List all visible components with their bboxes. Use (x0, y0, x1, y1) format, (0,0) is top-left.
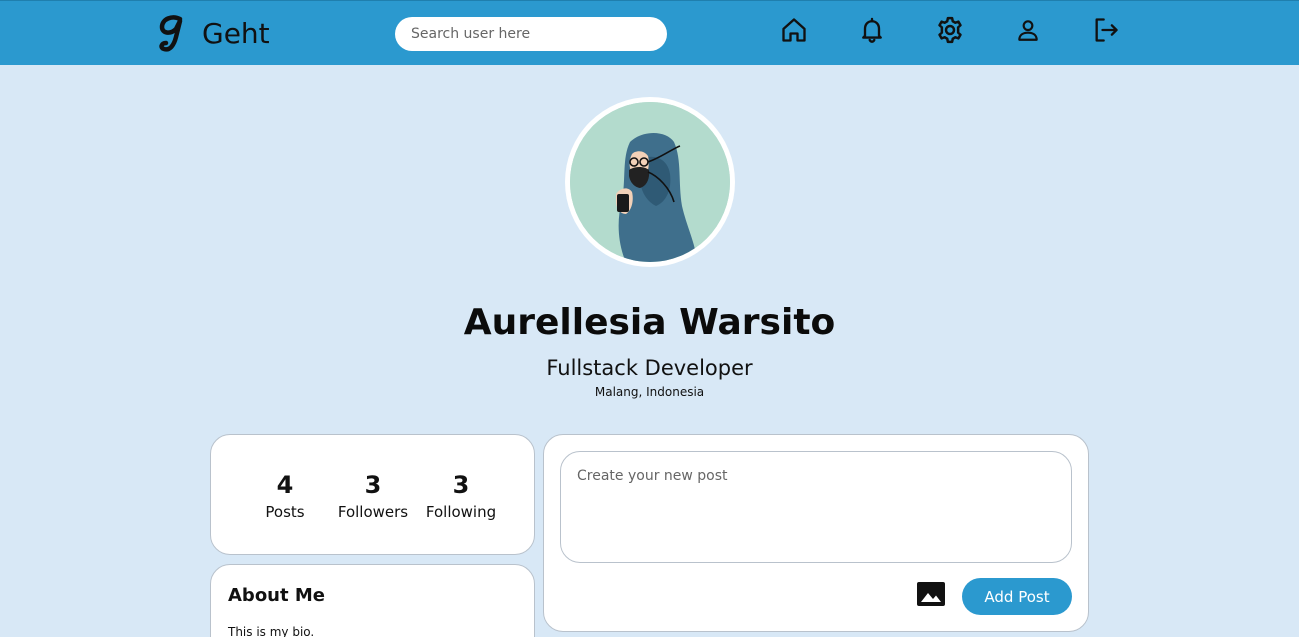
stat-label: Following (425, 503, 497, 521)
stat-value: 3 (364, 471, 382, 499)
stat-label: Followers (337, 503, 409, 521)
add-post-button[interactable]: Add Post (962, 578, 1072, 615)
profile-name: Aurellesia Warsito (463, 302, 836, 343)
about-title: About Me (228, 585, 325, 606)
stat-following[interactable]: 3 Following (411, 471, 511, 521)
stat-followers[interactable]: 3 Followers (323, 471, 423, 521)
stat-label: Posts (265, 503, 305, 521)
profile-avatar (565, 97, 735, 267)
about-bio: This is my bio. (228, 625, 315, 637)
post-composer-card: Add Post (543, 434, 1089, 632)
home-icon[interactable] (779, 15, 809, 45)
profile-location: Malang, Indonesia (594, 385, 705, 399)
about-card: About Me This is my bio. (210, 564, 535, 637)
brand-logo-icon (159, 15, 183, 52)
stats-card: 4 Posts 3 Followers 3 Following (210, 434, 535, 555)
navbar: Geht (0, 0, 1299, 65)
brand[interactable]: Geht (158, 13, 270, 53)
stat-value: 4 (276, 471, 294, 499)
profile-role: Fullstack Developer (546, 356, 753, 380)
bell-icon[interactable] (857, 15, 887, 45)
gear-icon[interactable] (935, 15, 965, 45)
image-upload-icon[interactable] (916, 581, 946, 607)
stat-posts[interactable]: 4 Posts (235, 471, 335, 521)
user-icon[interactable] (1013, 15, 1043, 45)
search-input[interactable] (395, 17, 667, 51)
avatar-illustration (570, 102, 730, 262)
logout-icon[interactable] (1091, 15, 1121, 45)
brand-name: Geht (202, 16, 270, 50)
post-textarea[interactable] (560, 451, 1072, 563)
stat-value: 3 (452, 471, 470, 499)
